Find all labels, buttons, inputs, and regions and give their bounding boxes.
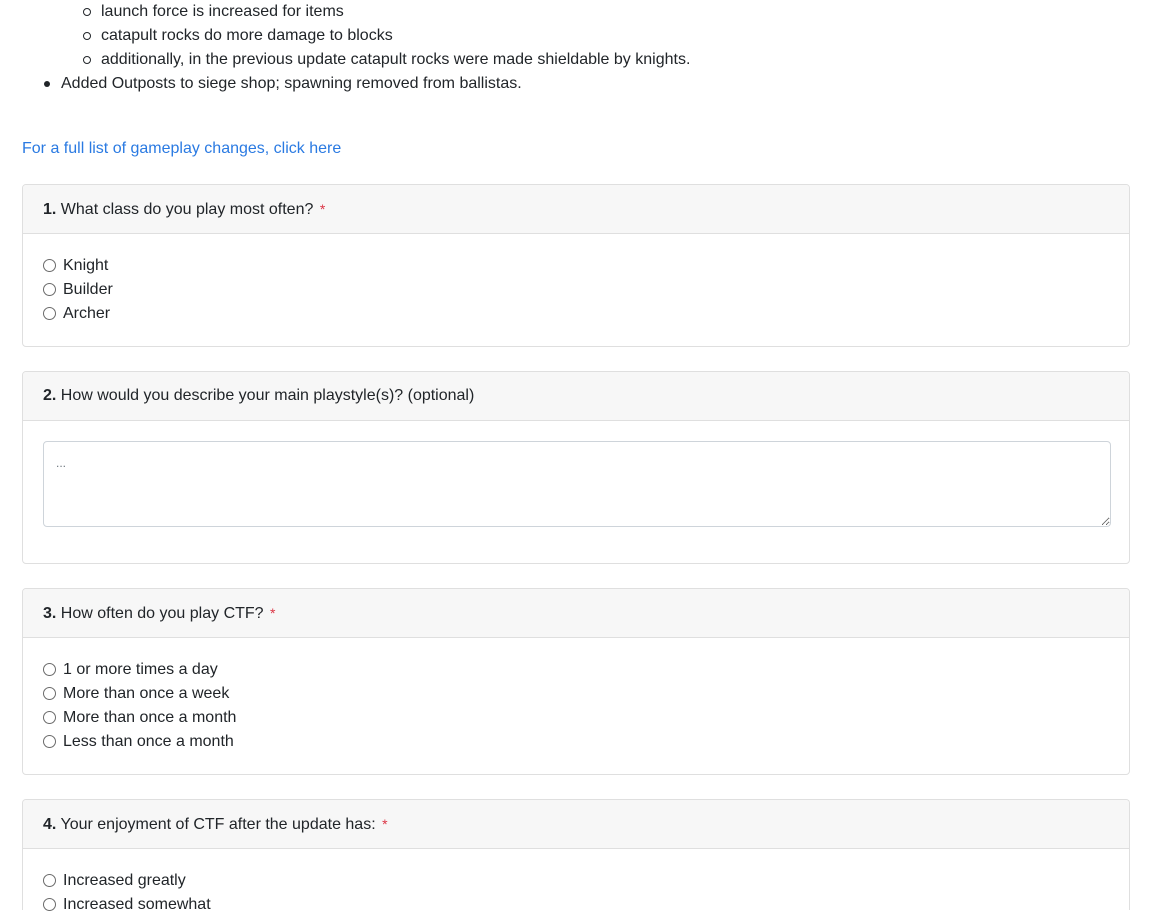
radio-option-monthly[interactable]: More than once a month xyxy=(43,706,236,730)
radio-label[interactable]: Knight xyxy=(63,257,108,274)
list-item-text: launch force is increased for items xyxy=(101,3,344,20)
required-marker: * xyxy=(382,816,388,832)
radio-label[interactable]: Increased greatly xyxy=(63,872,186,889)
radio-button[interactable] xyxy=(43,687,56,700)
radio-label[interactable]: More than once a month xyxy=(63,709,236,726)
question-number: 1. xyxy=(43,201,57,218)
radio-button[interactable] xyxy=(43,898,56,911)
question-number: 4. xyxy=(43,816,57,833)
list-item: Added Outposts to siege shop; spawning r… xyxy=(42,72,522,96)
question-header: 3. How often do you play CTF? * xyxy=(23,589,1129,638)
question-card-3: 3. How often do you play CTF? * 1 or mor… xyxy=(22,588,1130,775)
required-marker: * xyxy=(319,201,326,217)
radio-option-daily[interactable]: 1 or more times a day xyxy=(43,658,236,682)
radio-button[interactable] xyxy=(43,735,56,748)
question-number: 2. xyxy=(43,387,57,404)
question-header: 1. What class do you play most often? * xyxy=(23,185,1129,234)
circle-bullet-icon xyxy=(83,8,91,16)
radio-group: Knight Builder Archer xyxy=(43,254,113,326)
radio-option-rarely[interactable]: Less than once a month xyxy=(43,730,236,754)
radio-label[interactable]: 1 or more times a day xyxy=(63,661,218,678)
radio-option-archer[interactable]: Archer xyxy=(43,302,113,326)
radio-label[interactable]: More than once a week xyxy=(63,685,229,702)
radio-button[interactable] xyxy=(43,307,56,320)
radio-button[interactable] xyxy=(43,259,56,272)
radio-option-weekly[interactable]: More than once a week xyxy=(43,682,236,706)
radio-label[interactable]: Archer xyxy=(63,305,110,322)
radio-button[interactable] xyxy=(43,283,56,296)
list-item-text: catapult rocks do more damage to blocks xyxy=(101,27,393,44)
list-item: catapult rocks do more damage to blocks xyxy=(82,24,690,48)
question-number: 3. xyxy=(43,605,57,622)
radio-option-knight[interactable]: Knight xyxy=(43,254,113,278)
circle-bullet-icon xyxy=(83,32,91,40)
gameplay-changes-link[interactable]: For a full list of gameplay changes, cli… xyxy=(22,137,341,161)
required-marker: * xyxy=(270,605,276,621)
radio-group: 1 or more times a day More than once a w… xyxy=(43,658,236,754)
radio-label[interactable]: Builder xyxy=(63,281,113,298)
list-item: launch force is increased for items xyxy=(82,0,690,24)
radio-label[interactable]: Less than once a month xyxy=(63,733,234,750)
changelog-main-list: Added Outposts to siege shop; spawning r… xyxy=(42,72,522,96)
circle-bullet-icon xyxy=(83,56,91,64)
changelog-sub-list: launch force is increased for items cata… xyxy=(82,0,690,72)
radio-button[interactable] xyxy=(43,711,56,724)
list-item-text: Added Outposts to siege shop; spawning r… xyxy=(61,75,522,92)
question-text: How would you describe your main playsty… xyxy=(60,387,475,404)
question-card-4: 4. Your enjoyment of CTF after the updat… xyxy=(22,799,1130,913)
list-item: additionally, in the previous update cat… xyxy=(82,48,690,72)
question-text: Your enjoyment of CTF after the update h… xyxy=(60,816,376,833)
question-header: 2. How would you describe your main play… xyxy=(23,372,1129,421)
question-text: What class do you play most often? xyxy=(60,201,314,218)
radio-button[interactable] xyxy=(43,874,56,887)
radio-option-increased-greatly[interactable]: Increased greatly xyxy=(43,869,211,893)
playstyle-textarea[interactable] xyxy=(43,441,1111,527)
radio-label[interactable]: Increased somewhat xyxy=(63,896,211,913)
radio-button[interactable] xyxy=(43,663,56,676)
question-header: 4. Your enjoyment of CTF after the updat… xyxy=(23,800,1129,849)
question-text: How often do you play CTF? xyxy=(60,605,264,622)
radio-option-builder[interactable]: Builder xyxy=(43,278,113,302)
question-card-2: 2. How would you describe your main play… xyxy=(22,371,1130,564)
disc-bullet-icon xyxy=(44,81,50,87)
list-item-text: additionally, in the previous update cat… xyxy=(101,51,691,68)
question-card-1: 1. What class do you play most often? * … xyxy=(22,184,1130,347)
radio-option-increased-somewhat[interactable]: Increased somewhat xyxy=(43,893,211,917)
